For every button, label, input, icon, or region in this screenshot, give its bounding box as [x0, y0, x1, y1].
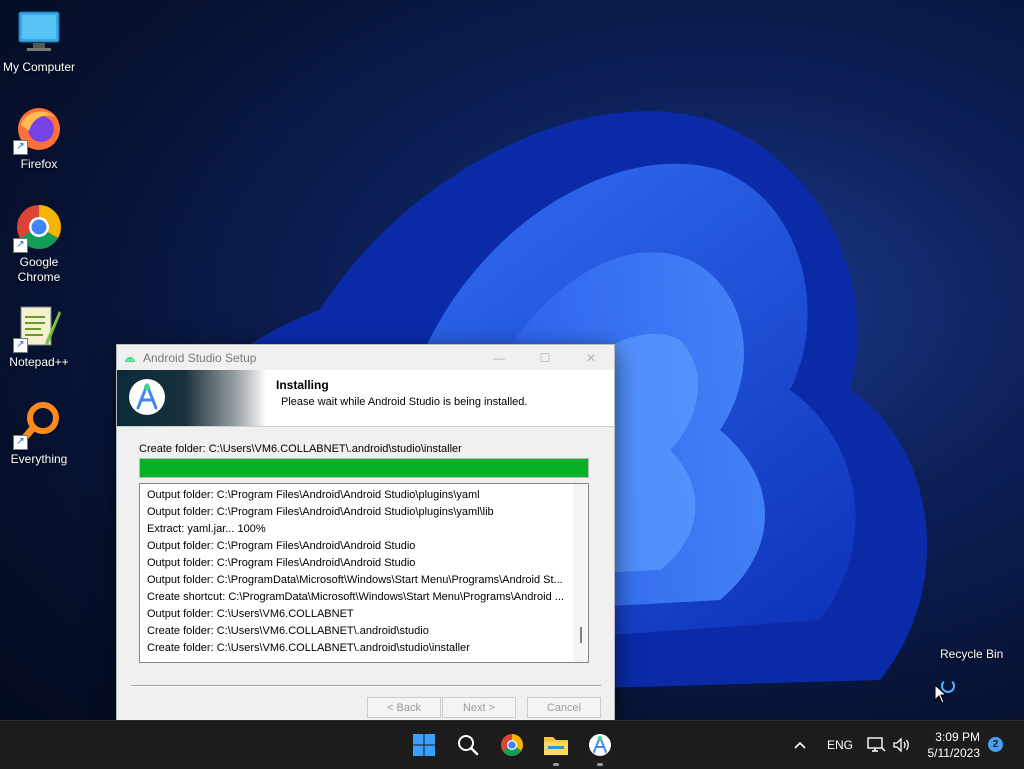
shortcut-arrow-icon: ↗ [13, 338, 28, 353]
chevron-up-icon [794, 741, 806, 749]
log-line: Output folder: C:\Program Files\Android\… [147, 506, 494, 518]
desktop-icon-label: My Computer [2, 60, 76, 74]
log-line: Output folder: C:\ProgramData\Microsoft\… [147, 574, 563, 586]
windows-start-icon [413, 734, 435, 756]
window-title: Android Studio Setup [143, 350, 257, 365]
log-line: Output folder: C:\Program Files\Android\… [147, 540, 416, 552]
log-line: Output folder: C:\Users\VM6.COLLABNET [147, 608, 354, 620]
desktop-icon-label: Everything [10, 452, 68, 466]
log-scrollbar-thumb[interactable] [580, 627, 582, 643]
progress-fill [140, 459, 588, 477]
button-separator [131, 685, 601, 687]
android-studio-icon [589, 734, 611, 756]
clock-time: 3:09 PM [935, 730, 980, 744]
chrome-icon: ↗ [13, 203, 63, 253]
log-line: Extract: yaml.jar... 100% [147, 523, 266, 535]
running-indicator [597, 763, 603, 766]
desktop-icon-firefox[interactable]: ↗ Firefox [1, 105, 77, 172]
header-title: Installing [276, 378, 329, 392]
shortcut-arrow-icon: ↗ [13, 238, 28, 253]
running-indicator [553, 763, 559, 766]
desktop-icon-label: Firefox [20, 157, 58, 171]
clock-date: 5/11/2023 [927, 746, 981, 760]
notepad-plus-plus-icon: ↗ [13, 303, 63, 353]
log-line: Create folder: C:\Users\VM6.COLLABNET\.a… [147, 625, 429, 637]
maximize-button[interactable]: ☐ [522, 345, 568, 370]
android-icon [125, 356, 135, 362]
install-log-list[interactable]: Output folder: C:\Program Files\Android\… [139, 483, 589, 663]
folder-icon [544, 737, 568, 755]
taskbar-android-studio[interactable] [584, 729, 616, 766]
chrome-icon [501, 734, 523, 756]
taskbar: ENG 3:09 PM 5/11/2023 2 [0, 720, 1024, 769]
close-button[interactable]: ✕ [568, 345, 614, 370]
next-button[interactable]: Next > [442, 697, 516, 718]
monitor-icon [15, 8, 63, 56]
search-icon [458, 735, 479, 756]
taskbar-search-button[interactable] [452, 729, 484, 761]
desktop-icon-notepad-plus-plus[interactable]: ↗ Notepad++ [1, 303, 77, 370]
firefox-icon: ↗ [13, 105, 63, 155]
desktop-icon-everything[interactable]: ↗ Everything [1, 400, 77, 467]
cancel-button[interactable]: Cancel [527, 697, 601, 718]
notification-count-badge[interactable]: 2 [988, 737, 1003, 752]
header-subtitle: Please wait while Android Studio is bein… [281, 396, 528, 408]
taskbar-file-explorer[interactable] [540, 729, 572, 766]
start-button[interactable] [408, 729, 440, 761]
minimize-button[interactable]: — [476, 345, 522, 370]
desktop-icon-label: Notepad++ [9, 355, 69, 369]
desktop-icon-label: Google Chrome [17, 255, 61, 284]
android-studio-setup-window: Android Studio Setup — ☐ ✕ Installing Pl… [116, 344, 615, 722]
everything-search-icon: ↗ [13, 400, 63, 450]
log-line: Output folder: C:\Program Files\Android\… [147, 557, 416, 569]
back-button[interactable]: < Back [367, 697, 441, 718]
shortcut-arrow-icon: ↗ [13, 435, 28, 450]
android-studio-logo-icon [129, 379, 165, 415]
log-line: Create shortcut: C:\ProgramData\Microsof… [147, 591, 564, 603]
show-hidden-icons-button[interactable] [793, 721, 807, 769]
shortcut-arrow-icon: ↗ [13, 140, 28, 155]
log-line: Create folder: C:\Users\VM6.COLLABNET\.a… [147, 642, 470, 654]
window-titlebar[interactable]: Android Studio Setup — ☐ ✕ [117, 345, 614, 370]
install-progress-bar [139, 458, 589, 478]
current-action-text: Create folder: C:\Users\VM6.COLLABNET\.a… [139, 443, 462, 455]
desktop-icon-my-computer[interactable]: My Computer [1, 8, 77, 75]
recycle-bin-label[interactable]: Recycle Bin [940, 647, 1003, 661]
desktop-icon-google-chrome[interactable]: ↗ Google Chrome [1, 203, 77, 285]
installer-header: Installing Please wait while Android Stu… [117, 370, 614, 427]
language-indicator[interactable]: ENG [827, 721, 853, 769]
volume-icon[interactable] [892, 721, 912, 769]
network-icon[interactable] [866, 721, 886, 769]
mouse-cursor-icon [934, 684, 948, 704]
system-clock[interactable]: 3:09 PM 5/11/2023 [920, 729, 981, 761]
taskbar-chrome[interactable] [496, 729, 528, 761]
log-line: Output folder: C:\Program Files\Android\… [147, 489, 480, 501]
